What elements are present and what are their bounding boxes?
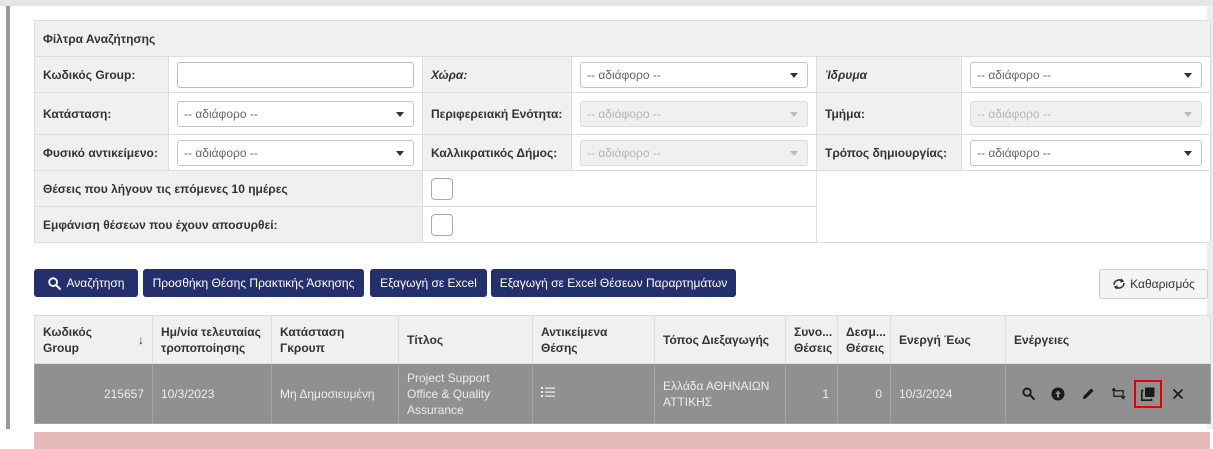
institution-select[interactable]: -- αδιάφορο -- — [970, 61, 1203, 88]
row-status: Μη Δημοσιευμένη — [271, 363, 399, 424]
institution-select-value: -- αδιάφορο -- — [977, 67, 1051, 82]
status-label: Κατάσταση: — [34, 92, 169, 135]
chevron-down-icon — [1184, 72, 1193, 78]
col-actions: Ενέργειες — [1005, 315, 1211, 364]
withdrawn-checkbox[interactable] — [431, 213, 453, 236]
col-position-objects[interactable]: Αντικείμενα Θέσης — [532, 315, 655, 364]
chevron-down-icon — [396, 111, 404, 117]
positions-table: Κωδικός Group ↓ Ημ/νία τελευταίας τροποπ… — [34, 315, 1211, 424]
status-select[interactable]: -- αδιάφορο -- — [177, 100, 414, 127]
refresh-icon — [1113, 278, 1125, 290]
col-group-code-label: Κωδικός Group — [43, 324, 93, 355]
action-toolbar: Αναζήτηση Προσθήκη Θέσης Πρακτικής Άσκησ… — [34, 269, 1210, 299]
row-actions — [1005, 363, 1211, 424]
municipality-label: Καλλικρατικός Δήμος: — [422, 134, 572, 171]
chevron-down-icon — [1184, 150, 1193, 156]
chevron-down-icon — [790, 111, 798, 117]
search-button[interactable]: Αναζήτηση — [34, 269, 138, 297]
chevron-down-icon — [1184, 111, 1193, 117]
expiring-label: Θέσεις που λήγουν τις επόμενες 10 ημέρες — [34, 170, 423, 207]
search-filters-table: Φίλτρα Αναζήτησης Κωδικός Group: Χώρα: -… — [33, 20, 1212, 243]
clear-button-label: Καθαρισμός — [1130, 277, 1195, 291]
row-reserved-positions: 0 — [837, 363, 891, 424]
row-active-until: 10/3/2024 — [890, 363, 1006, 424]
physical-object-label: Φυσικό αντικείμενο: — [34, 134, 169, 171]
add-position-button[interactable]: Προσθήκη Θέσης Πρακτικής Άσκησης — [143, 269, 364, 297]
country-select[interactable]: -- αδιάφορο -- — [580, 61, 808, 88]
filters-empty-cell — [815, 170, 1212, 243]
close-icon[interactable] — [1170, 386, 1186, 402]
institution-label: Ίδρυμα — [816, 56, 962, 93]
department-select-value: -- αδιάφορο -- — [977, 106, 1051, 121]
next-table-row — [34, 432, 1210, 449]
group-code-label: Κωδικός Group: — [34, 56, 169, 93]
col-location[interactable]: Τόπος Διεξαγωγής — [654, 315, 786, 364]
region-select: -- αδιάφορο -- — [580, 100, 808, 127]
row-title: Project Support Office & Quality Assuran… — [398, 363, 533, 424]
region-label: Περιφερειακή Ενότητα: — [422, 92, 572, 135]
creation-method-select[interactable]: -- αδιάφορο -- — [970, 139, 1203, 166]
col-total-positions[interactable]: Συνο... Θέσεις — [785, 315, 838, 364]
row-location: Ελλάδα ΑΘΗΝΑΙΩΝ ΑΤΤΙΚΗΣ — [654, 363, 786, 424]
search-icon — [47, 276, 61, 290]
row-total-positions: 1 — [785, 363, 838, 424]
withdrawn-label: Εμφάνιση θέσεων που έχουν αποσυρθεί: — [34, 206, 423, 243]
country-label: Χώρα: — [422, 56, 572, 93]
expiring-checkbox[interactable] — [431, 177, 453, 200]
export-excel-button[interactable]: Εξαγωγή σε Excel — [370, 269, 487, 297]
view-icon[interactable] — [1020, 386, 1036, 402]
creation-method-select-value: -- αδιάφορο -- — [977, 145, 1051, 160]
main-panel: Φίλτρα Αναζήτησης Κωδικός Group: Χώρα: -… — [33, 20, 1212, 449]
col-active-until[interactable]: Ενεργή Έως — [890, 315, 1006, 364]
municipality-select: -- αδιάφορο -- — [580, 139, 808, 166]
creation-method-label: Τρόπος δημιουργίας: — [816, 134, 962, 171]
export-excel-branches-button[interactable]: Εξαγωγή σε Excel Θέσεων Παραρτημάτων — [491, 269, 736, 297]
physical-object-select-value: -- αδιάφορο -- — [184, 145, 258, 160]
department-label: Τμήμα: — [816, 92, 962, 135]
row-group-code: 215657 — [34, 363, 153, 424]
search-button-label: Αναζήτηση — [66, 276, 125, 290]
chevron-down-icon — [790, 150, 798, 156]
country-select-value: -- αδιάφορο -- — [587, 67, 661, 82]
status-select-value: -- αδιάφορο -- — [184, 106, 258, 121]
col-group-status[interactable]: Κατάσταση Γκρουπ — [271, 315, 399, 364]
chevron-down-icon — [790, 72, 798, 78]
municipality-select-value: -- αδιάφορο -- — [587, 145, 661, 160]
row-modified-date: 10/3/2023 — [152, 363, 272, 424]
group-code-input[interactable] — [177, 61, 414, 88]
region-select-value: -- αδιάφορο -- — [587, 106, 661, 121]
list-icon[interactable] — [541, 386, 555, 398]
table-row[interactable]: 215657 10/3/2023 Μη Δημοσιευμένη Project… — [34, 363, 1211, 424]
repost-icon[interactable] — [1110, 386, 1126, 402]
physical-object-select[interactable]: -- αδιάφορο -- — [177, 139, 414, 166]
table-header-row: Κωδικός Group ↓ Ημ/νία τελευταίας τροποπ… — [34, 315, 1211, 364]
top-edge — [0, 0, 1213, 6]
chevron-down-icon — [396, 150, 404, 156]
left-edge — [6, 6, 10, 429]
sort-arrow-icon: ↓ — [138, 332, 144, 347]
col-title[interactable]: Τίτλος — [398, 315, 533, 364]
edit-icon[interactable] — [1080, 386, 1096, 402]
col-last-modified[interactable]: Ημ/νία τελευταίας τροποποίησης — [152, 315, 272, 364]
col-group-code[interactable]: Κωδικός Group ↓ — [34, 315, 153, 364]
add-circle-icon[interactable] — [1050, 386, 1066, 402]
filters-title: Φίλτρα Αναζήτησης — [33, 20, 1212, 57]
copy-icon[interactable] — [1134, 379, 1162, 408]
col-reserved-positions[interactable]: Δεσμ... Θέσεις — [837, 315, 891, 364]
department-select: -- αδιάφορο -- — [970, 100, 1203, 127]
clear-button[interactable]: Καθαρισμός — [1099, 269, 1208, 299]
